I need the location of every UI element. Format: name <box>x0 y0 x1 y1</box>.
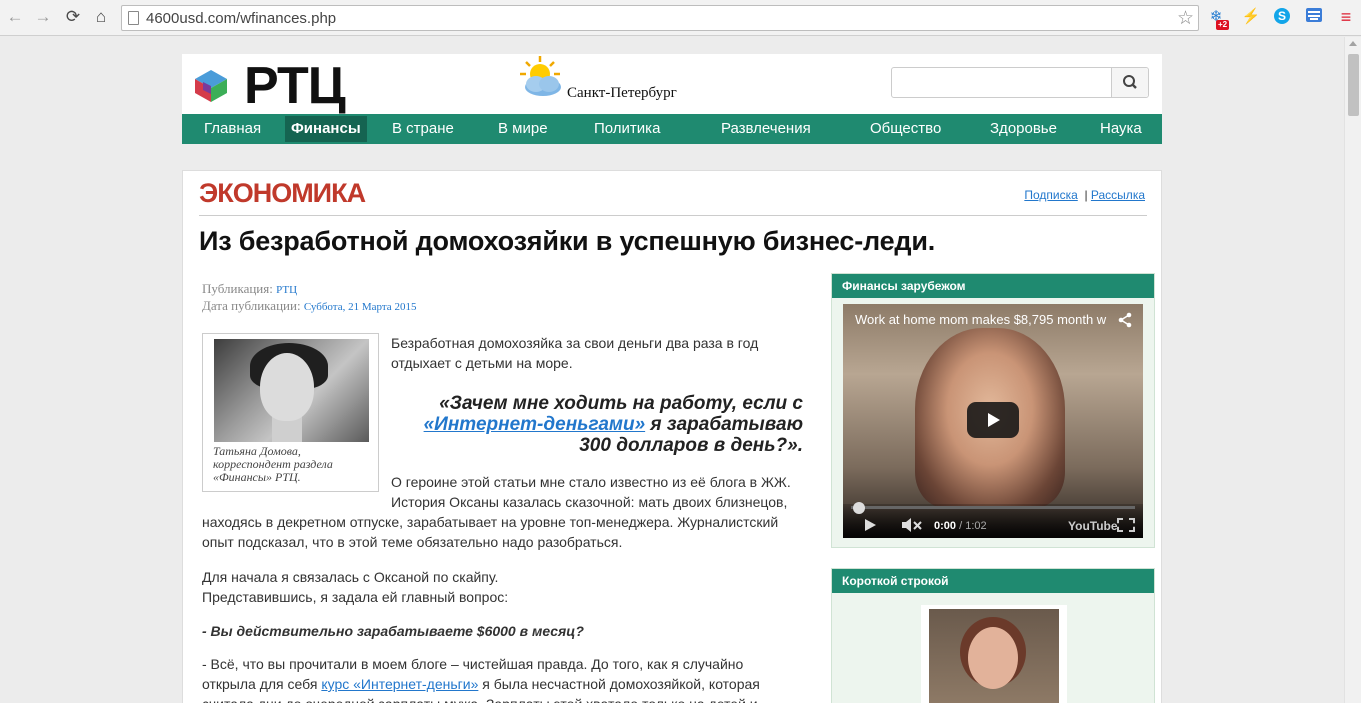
weather-sun-cloud-icon <box>520 56 561 96</box>
bookmark-star-icon[interactable]: ☆ <box>1177 7 1194 30</box>
weather-city[interactable]: Санкт-Петербург <box>567 85 677 102</box>
answer-line2-suffix: я была несчастной домохозяйкой, которая <box>482 676 760 692</box>
meta-publication-label: Публикация: <box>202 281 273 296</box>
search-button[interactable] <box>1111 68 1148 97</box>
author-box: Татьяна Домова, корреспондент раздела «Ф… <box>202 333 379 492</box>
page-icon <box>128 11 139 25</box>
address-bar[interactable]: 4600usd.com/wfinances.php ☆ <box>121 5 1199 31</box>
para2-line1: Для начала я связалась с Оксаной по скай… <box>202 569 499 585</box>
forward-icon[interactable]: → <box>32 6 54 28</box>
video-time-current: 0:00 <box>934 520 957 532</box>
video-controls: 0:00 / 1:02 YouTube <box>843 502 1143 538</box>
para2-line2: Представившись, я задала ей главный вопр… <box>202 589 509 605</box>
extension-badge: +2 <box>1216 20 1230 30</box>
meta-date-value[interactable]: Суббота, 21 Марта 2015 <box>304 301 417 313</box>
mailing-link[interactable]: Рассылка <box>1091 188 1145 202</box>
nav-item-entertainment[interactable]: Развлечения <box>721 116 811 142</box>
quote-link[interactable]: «Интернет-деньгами» <box>424 414 646 435</box>
widget-finance-abroad: Финансы зарубежом Work at home mom makes… <box>831 273 1155 548</box>
keyboard-icon[interactable] <box>1304 7 1324 27</box>
para1-line1: О героине этой статьи мне стало известно… <box>391 474 791 490</box>
page-scrollbar[interactable] <box>1344 37 1361 703</box>
author-caption: Татьяна Домова, корреспондент раздела «Ф… <box>213 444 333 484</box>
browser-toolbar: ← → ⟳ ⌂ 4600usd.com/wfinances.php ☆ ❄ +2… <box>0 0 1361 36</box>
article-quote: «Зачем мне ходить на работу, если с «Инт… <box>391 393 803 456</box>
nav-item-science[interactable]: Наука <box>1100 116 1142 142</box>
nav-item-politics[interactable]: Политика <box>594 116 660 142</box>
divider <box>199 215 1147 216</box>
links-separator: | <box>1084 188 1088 202</box>
para1-line2: История Оксаны казалась сказочной: мать … <box>391 494 788 510</box>
widget-title: Короткой строкой <box>832 569 1154 593</box>
news-photo[interactable] <box>921 605 1067 703</box>
widget-short-news: Короткой строкой <box>831 568 1155 703</box>
address-url[interactable]: 4600usd.com/wfinances.php <box>146 10 336 27</box>
extension-lightning-icon[interactable]: ⚡ <box>1241 7 1261 27</box>
search-input[interactable] <box>892 68 1111 97</box>
para1-line3: находясь в декретном отпуске, зарабатыва… <box>202 514 779 530</box>
search-box <box>891 67 1149 98</box>
video-title[interactable]: Work at home mom makes $8,795 month w <box>855 312 1107 327</box>
nav-item-country[interactable]: В стране <box>392 116 454 142</box>
video-time-total: / 1:02 <box>959 520 987 532</box>
section-title: ЭКОНОМИКА <box>199 178 366 208</box>
nav-item-world[interactable]: В мире <box>498 116 548 142</box>
youtube-logo[interactable]: YouTube <box>1068 519 1118 533</box>
widget-title: Финансы зарубежом <box>832 274 1154 298</box>
answer-line2: открыла для себя курс «Интернет-деньги» … <box>202 674 760 694</box>
site-logo[interactable]: РТЦ <box>244 56 346 116</box>
quote-part1: «Зачем мне ходить на работу, если с <box>439 393 803 414</box>
answer-line1: - Всё, что вы прочитали в моем блоге – ч… <box>202 656 744 672</box>
video-player[interactable]: Work at home mom makes $8,795 month w 0:… <box>843 304 1143 538</box>
article-intro: Безработная домохозяйка за свои деньги д… <box>391 335 759 371</box>
meta-date-label: Дата публикации: <box>202 298 301 313</box>
reload-icon[interactable]: ⟳ <box>62 6 84 28</box>
svg-text:S: S <box>1278 9 1286 23</box>
back-icon[interactable]: ← <box>4 6 26 28</box>
nav-item-health[interactable]: Здоровье <box>990 116 1057 142</box>
meta-publication-value[interactable]: РТЦ <box>276 284 297 296</box>
para1-line4: опыт подсказал, что в этой теме обязател… <box>202 534 623 550</box>
scroll-up-arrow-icon[interactable] <box>1349 41 1357 46</box>
video-time: 0:00 / 1:02 <box>934 520 987 532</box>
chrome-menu-icon[interactable]: ≡ <box>1336 7 1356 27</box>
mute-icon[interactable] <box>901 518 923 532</box>
nav-item-home[interactable]: Главная <box>204 116 261 142</box>
video-progress-knob[interactable] <box>853 502 865 514</box>
nav-item-society[interactable]: Общество <box>870 116 941 142</box>
interview-question: - Вы действительно зарабатываете $6000 в… <box>202 623 584 639</box>
play-small-icon[interactable] <box>863 518 877 532</box>
course-link[interactable]: курс «Интернет-деньги» <box>321 676 478 692</box>
play-button[interactable] <box>967 402 1019 438</box>
site-header: РТЦ Санкт-Петербург <box>182 54 1162 116</box>
author-photo <box>214 339 369 442</box>
top-links: Подписка | Рассылка <box>1024 188 1145 202</box>
share-icon[interactable] <box>1117 312 1133 328</box>
home-icon[interactable]: ⌂ <box>90 6 112 28</box>
content-card: ЭКОНОМИКА Подписка | Рассылка Из безрабо… <box>182 170 1162 703</box>
main-nav: Главная Финансы В стране В мире Политика… <box>182 114 1162 144</box>
fullscreen-icon[interactable] <box>1117 518 1135 532</box>
answer-line2-prefix: открыла для себя <box>202 676 318 692</box>
subscribe-link[interactable]: Подписка <box>1024 188 1077 202</box>
scroll-thumb[interactable] <box>1348 54 1359 116</box>
article-meta: Публикация: РТЦ Дата публикации: Суббота… <box>202 281 416 315</box>
search-icon <box>1123 75 1137 89</box>
article-headline: Из безработной домохозяйки в успешную би… <box>199 226 936 256</box>
video-progress-bar[interactable] <box>851 502 1135 514</box>
skype-icon[interactable]: S <box>1272 7 1292 27</box>
answer-line3: считала дни до очередной зарплаты мужа. … <box>202 694 758 703</box>
logo-cube-icon[interactable] <box>193 68 229 104</box>
nav-item-finance[interactable]: Финансы <box>285 116 367 142</box>
